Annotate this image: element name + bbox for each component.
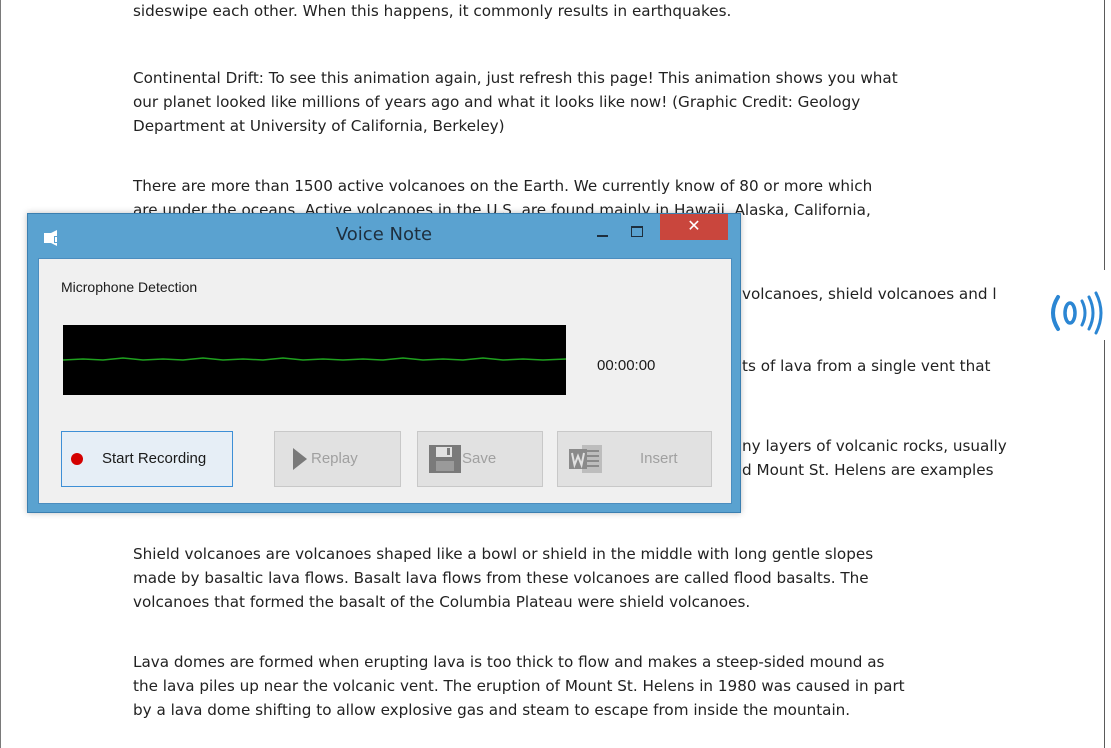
paragraph-shield-volcanoes: Shield volcanoes are volcanoes shaped li… bbox=[133, 545, 874, 611]
sound-waves-icon[interactable] bbox=[1044, 283, 1104, 343]
save-button[interactable]: Save bbox=[417, 431, 543, 487]
document-right-border-lower bbox=[1104, 340, 1105, 748]
save-label: Save bbox=[462, 450, 497, 467]
start-recording-button[interactable]: Start Recording bbox=[61, 431, 233, 487]
title-bar[interactable]: Voice Note ✕ bbox=[28, 214, 740, 258]
replay-button[interactable]: Replay bbox=[274, 431, 401, 487]
paragraph-lava-domes: Lava domes are formed when erupting lava… bbox=[133, 653, 905, 719]
close-icon: ✕ bbox=[687, 216, 701, 235]
maximize-button[interactable] bbox=[624, 222, 650, 242]
insert-label: Insert bbox=[640, 450, 678, 467]
play-icon bbox=[293, 448, 307, 470]
paragraph-continental-drift: Continental Drift: To see this animation… bbox=[133, 69, 898, 135]
window-client-area: Microphone Detection 00:00:00 Start Reco… bbox=[38, 258, 732, 504]
voice-note-window: Voice Note ✕ Microphone Detection 00:00:… bbox=[27, 213, 741, 513]
floppy-disk-icon bbox=[429, 445, 461, 473]
recording-timer: 00:00:00 bbox=[597, 357, 656, 374]
paragraph-volcano-types-partial: volcanoes, shield volcanoes and l bbox=[742, 285, 997, 303]
document-left-border bbox=[0, 0, 1, 748]
paragraph-cinder-cones-partial: ts of lava from a single vent that bbox=[742, 357, 991, 375]
paragraph-earthquakes: sideswipe each other. When this happens,… bbox=[133, 2, 732, 20]
close-button[interactable]: ✕ bbox=[660, 214, 728, 240]
start-recording-label: Start Recording bbox=[102, 450, 207, 467]
microphone-detection-label: Microphone Detection bbox=[61, 279, 198, 295]
paragraph-composite-partial: ny layers of volcanic rocks, usually d M… bbox=[742, 437, 1007, 479]
document-right-border bbox=[1104, 0, 1105, 270]
word-document-icon bbox=[569, 445, 602, 473]
record-dot-icon bbox=[71, 453, 83, 465]
replay-label: Replay bbox=[311, 450, 358, 467]
page: sideswipe each other. When this happens,… bbox=[0, 0, 1111, 748]
minimize-button[interactable] bbox=[590, 222, 616, 242]
waveform-display bbox=[63, 325, 566, 395]
insert-button[interactable]: Insert bbox=[557, 431, 712, 487]
